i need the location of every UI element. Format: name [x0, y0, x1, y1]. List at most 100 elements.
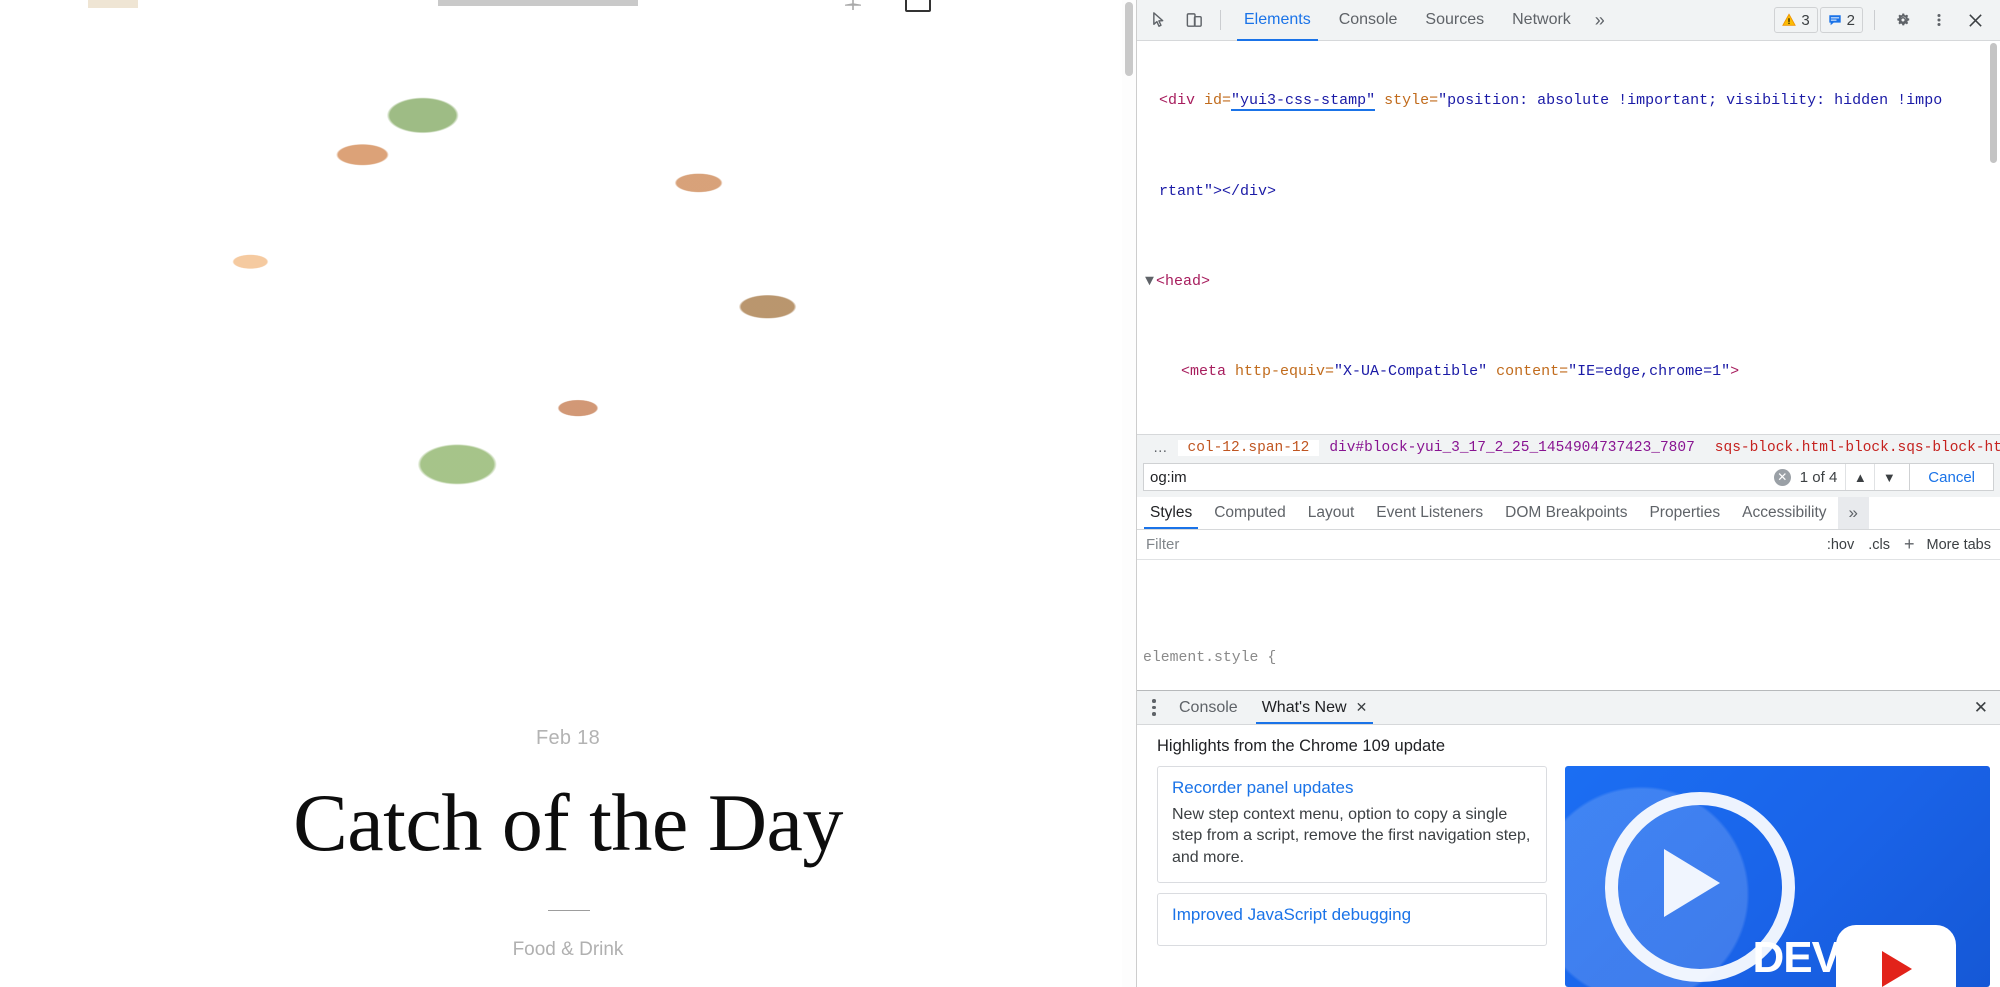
device-toggle-icon[interactable] — [1177, 5, 1211, 35]
dom-attr: style= — [1384, 92, 1439, 110]
dom-value: "IE=edge,chrome=1" — [1568, 363, 1731, 381]
cls-toggle-button[interactable]: .cls — [1861, 537, 1897, 553]
dom-tree[interactable]: <div id="yui3-css-stamp" style="position… — [1137, 41, 2000, 434]
screenshot-root: Feb 18 Catch of the Day Food & Drink Ele… — [0, 0, 2000, 987]
drawer-more-vertical-icon[interactable] — [1141, 699, 1167, 716]
tab-elements[interactable]: Elements — [1230, 0, 1325, 41]
drawer-close-icon[interactable]: ✕ — [1962, 698, 2000, 718]
breadcrumb-item-col12[interactable]: col-12.span-12 — [1177, 440, 1320, 456]
card-title[interactable]: Improved JavaScript debugging — [1172, 905, 1532, 925]
chevron-down-icon[interactable]: ▼ — [1145, 271, 1156, 294]
dom-tag: <head> — [1156, 272, 1211, 290]
close-icon[interactable] — [1958, 5, 1992, 35]
tab-sources[interactable]: Sources — [1411, 0, 1498, 41]
warning-count: 3 — [1801, 11, 1810, 29]
breadcrumb-item-html-block[interactable]: sqs-block.html-block.sqs-block-html — [1705, 440, 2000, 456]
drawer-tab-close-icon[interactable]: ✕ — [1356, 699, 1368, 716]
dom-line-head[interactable]: ▼ <head> — [1137, 271, 2000, 294]
tab-computed[interactable]: Computed — [1203, 497, 1297, 529]
tab-dom-breakpoints[interactable]: DOM Breakpoints — [1494, 497, 1638, 529]
dom-value: "yui3-css-stamp" — [1231, 92, 1376, 112]
tab-event-listeners[interactable]: Event Listeners — [1365, 497, 1494, 529]
tab-styles[interactable]: Styles — [1139, 497, 1203, 529]
more-tabs-button[interactable]: More tabs — [1922, 537, 1996, 553]
dom-line-stamp[interactable]: <div id="yui3-css-stamp" style="position… — [1137, 90, 2000, 113]
message-count-badge[interactable]: 2 — [1819, 7, 1863, 33]
breadcrumb-item-block[interactable]: div#block-yui_3_17_2_25_1454904737423_78… — [1319, 440, 1704, 456]
warning-count-badge[interactable]: 3 — [1774, 7, 1818, 33]
dom-tag: <meta — [1181, 363, 1236, 381]
page-scrollbar-thumb[interactable] — [1125, 2, 1133, 76]
page-partial-swatch — [88, 0, 138, 8]
breadcrumb-overflow[interactable]: … — [1145, 440, 1178, 456]
toolbar-divider — [1220, 10, 1221, 30]
devtools-tablist: Elements Console Sources Network » — [1230, 0, 1615, 41]
devtools-toolbar: Elements Console Sources Network » 3 2 — [1137, 0, 2000, 41]
breadcrumb: … col-12.span-12 div#block-yui_3_17_2_25… — [1137, 434, 2000, 461]
page-scrollbar[interactable] — [1122, 0, 1136, 987]
whats-new-body: Recorder panel updates New step context … — [1137, 766, 2000, 987]
tab-overflow-chevron-icon[interactable]: » — [1585, 0, 1615, 41]
tab-properties[interactable]: Properties — [1638, 497, 1731, 529]
title-divider — [548, 910, 590, 911]
devtools-drawer: Console What's New ✕ ✕ Highlights from t… — [1137, 690, 2000, 987]
whats-new-video-thumbnail[interactable]: DEV — [1565, 766, 1990, 987]
hero-image — [78, 14, 940, 577]
dom-line-stamp-tail[interactable]: rtant"></div> — [1137, 181, 2000, 204]
dom-tag: > — [1730, 363, 1740, 381]
toolbar-divider-2 — [1874, 10, 1875, 30]
styles-filter-bar: Filter :hov .cls + More tabs — [1137, 530, 2000, 560]
tab-layout[interactable]: Layout — [1297, 497, 1366, 529]
message-count: 2 — [1846, 11, 1855, 29]
dom-tag: <div — [1159, 92, 1196, 110]
more-vertical-icon[interactable] — [1922, 5, 1956, 35]
dom-value: rtant"></div> — [1159, 182, 1277, 200]
dom-value: "X-UA-Compatible" — [1334, 363, 1488, 381]
style-rule-selector: element.style { — [1143, 650, 1277, 666]
page-partial-bar — [438, 0, 638, 6]
dom-value: "position: absolute !important; visibili… — [1438, 92, 1943, 110]
card-title[interactable]: Recorder panel updates — [1172, 778, 1532, 798]
page-partial-box — [905, 0, 931, 12]
dom-line-meta-xua[interactable]: <meta http-equiv="X-UA-Compatible" conte… — [1137, 361, 2000, 384]
warning-triangle-icon — [1782, 13, 1797, 26]
page-top-partial-elements — [0, 0, 1136, 12]
page-title: Catch of the Day — [293, 777, 843, 868]
devtools-wordmark: DEV — [1752, 933, 1841, 982]
tab-network[interactable]: Network — [1498, 0, 1585, 41]
devtools-panel: Elements Console Sources Network » 3 2 <… — [1136, 0, 2000, 987]
sidebar-overflow-chevron-icon[interactable]: » — [1837, 497, 1869, 529]
search-input[interactable]: og:im — [1150, 469, 1774, 486]
new-style-rule-button[interactable]: + — [1897, 534, 1922, 555]
drawer-tab-whats-new[interactable]: What's New ✕ — [1250, 691, 1380, 724]
search-prev-button[interactable]: ▲ — [1845, 464, 1874, 490]
inspect-cursor-icon[interactable] — [1143, 5, 1177, 35]
devtools-toolbar-right: 3 2 — [1774, 5, 1994, 35]
tab-console[interactable]: Console — [1325, 0, 1412, 41]
post-date: Feb 18 — [535, 727, 601, 749]
speech-bubble-icon — [1828, 15, 1841, 26]
drawer-tab-console-label: Console — [1179, 698, 1238, 716]
styles-rules-pane[interactable]: element.style { } site.css:8 .sqs-layout… — [1137, 560, 2000, 690]
clear-search-icon[interactable]: ✕ — [1773, 468, 1791, 486]
dom-attr: id= — [1204, 92, 1232, 110]
youtube-icon — [1836, 925, 1956, 987]
post-category: Food & Drink — [512, 939, 624, 960]
hov-toggle-button[interactable]: :hov — [1820, 537, 1861, 553]
filter-input[interactable]: Filter — [1141, 536, 1820, 553]
search-input-wrapper[interactable]: og:im ✕ 1 of 4 ▲ ▼ — [1143, 463, 1911, 491]
search-next-button[interactable]: ▼ — [1874, 464, 1903, 490]
drawer-tab-console[interactable]: Console — [1167, 691, 1250, 724]
dom-tree-scrollbar[interactable] — [1988, 43, 1999, 343]
whats-new-card[interactable]: Recorder panel updates New step context … — [1157, 766, 1547, 884]
dom-attr: content= — [1487, 363, 1569, 381]
dom-attr: http-equiv= — [1235, 363, 1335, 381]
whats-new-card[interactable]: Improved JavaScript debugging — [1157, 893, 1547, 947]
page-partial-glyph — [845, 0, 861, 10]
style-rule-element-style[interactable]: element.style { } — [1143, 606, 2000, 690]
search-bar: og:im ✕ 1 of 4 ▲ ▼ Cancel — [1137, 461, 2000, 497]
gear-icon[interactable] — [1886, 5, 1920, 35]
dom-tree-scrollbar-thumb[interactable] — [1990, 43, 1997, 163]
cancel-search-button[interactable]: Cancel — [1910, 463, 1994, 491]
tab-accessibility[interactable]: Accessibility — [1731, 497, 1837, 529]
